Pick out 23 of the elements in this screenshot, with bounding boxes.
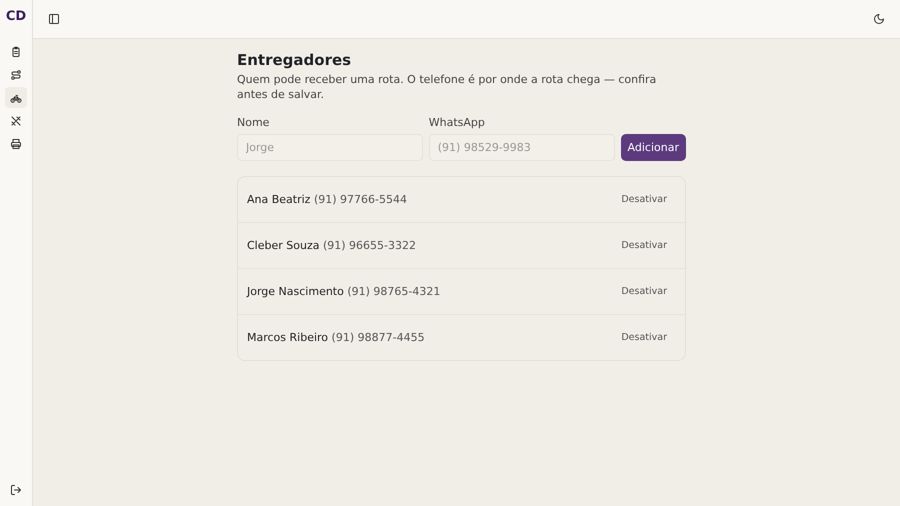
text-field[interactable]: (91) 98529-9983 <box>428 134 615 161</box>
deactivate-button[interactable]: Desativar <box>619 238 669 253</box>
page-description: Quem pode receber uma rota. O telefone é por onde a rota chega — confira antes de salvar. <box>237 72 658 102</box>
deactivate-button[interactable]: Desativar <box>619 284 669 299</box>
deactivate-button[interactable]: Desativar <box>619 192 669 207</box>
field-label: WhatsApp <box>428 116 486 129</box>
field-label: Nome <box>237 116 270 129</box>
courier-entry: Cleber Souza (91) 96655-3322 <box>247 239 416 252</box>
deactivate-button[interactable]: Desativar <box>619 330 669 345</box>
printer-icon <box>10 138 22 150</box>
page-title: Entregadores <box>237 51 352 69</box>
moon-icon <box>873 13 885 25</box>
logout-icon <box>10 484 22 496</box>
clipboard-icon <box>10 46 22 58</box>
tools-icon <box>10 114 22 126</box>
nav-item[interactable] <box>5 87 27 108</box>
sidebar-icon <box>48 13 60 25</box>
courier-entry: Jorge Nascimento (91) 98765-4321 <box>247 285 440 298</box>
route-icon <box>10 68 22 80</box>
app-logo: CD <box>6 8 26 26</box>
courier-entry: Marcos Ribeiro (91) 98877-4455 <box>247 331 425 344</box>
courier-entry: Ana Beatriz (91) 97766-5544 <box>247 193 407 206</box>
add-button[interactable]: Adicionar <box>620 134 686 161</box>
